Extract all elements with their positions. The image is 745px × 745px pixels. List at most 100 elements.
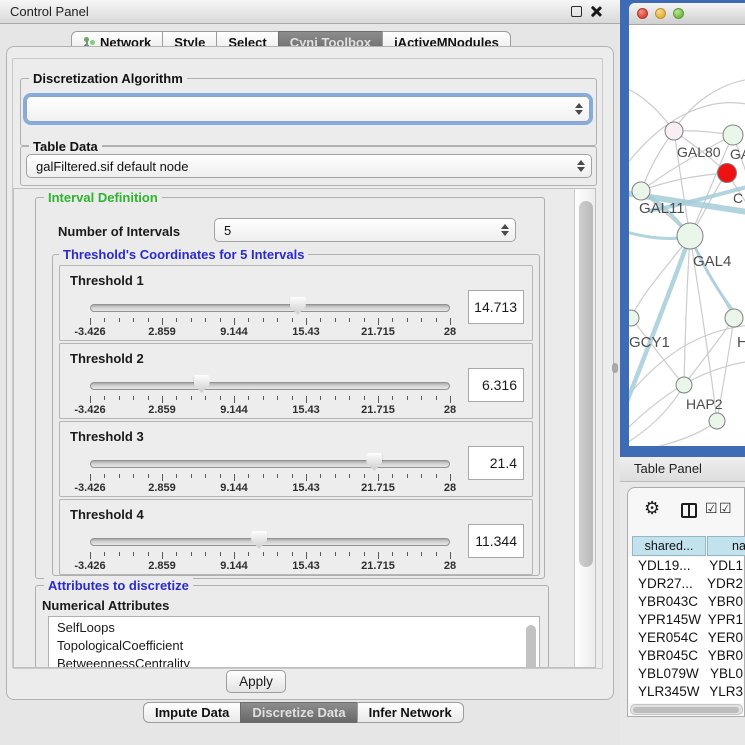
network-canvas[interactable]: GAL80GACGAL11GAL4GCY1HHAP2	[629, 25, 745, 446]
numerical-attributes-list[interactable]: SelfLoopsTopologicalCoefficientBetweenne…	[48, 616, 540, 668]
close-icon[interactable]	[589, 5, 602, 18]
tick-mark	[220, 396, 221, 400]
table-hscrollbar-thumb[interactable]	[633, 707, 739, 714]
threshold-value-field[interactable]: 6.316	[468, 368, 524, 402]
table-row[interactable]: YBR045CYBR0	[629, 647, 743, 665]
tick-mark	[148, 318, 149, 322]
tick-label: 9.144	[220, 560, 248, 572]
table-row[interactable]: YBR043CYBR0	[629, 593, 743, 611]
cell-shared-name: YDR27...	[629, 575, 702, 593]
slider-thumb[interactable]	[366, 453, 382, 471]
tick-mark	[364, 552, 365, 556]
tick-mark	[162, 318, 163, 325]
network-node-GCY1[interactable]	[629, 310, 639, 326]
column-header-name[interactable]: na	[707, 536, 745, 556]
group-title-thresholds: Threshold's Coordinates for 5 Intervals	[59, 247, 308, 262]
tick-mark	[392, 552, 393, 556]
tick-mark	[191, 396, 192, 400]
splitter-grip[interactable]	[612, 363, 618, 373]
table-row[interactable]: YBL079WYBL0	[629, 665, 743, 683]
network-node-bottom[interactable]	[709, 413, 725, 429]
threshold-value-field[interactable]: 11.344	[468, 524, 524, 558]
tick-mark	[191, 318, 192, 322]
number-of-intervals-combo[interactable]: 5	[214, 218, 516, 242]
table-panel-titlebar[interactable]: Table Panel	[620, 457, 745, 482]
tick-mark	[407, 552, 408, 556]
tick-label: -3.426	[74, 326, 105, 338]
tick-label: 15.43	[292, 560, 320, 572]
network-node-red[interactable]	[718, 164, 737, 183]
checkbox-icon[interactable]: ☑	[705, 500, 718, 517]
tick-mark	[421, 396, 422, 400]
tick-mark	[205, 552, 206, 556]
bottom-tab-impute-data[interactable]: Impute Data	[143, 702, 241, 723]
cell-shared-name: YBR045C	[629, 647, 703, 665]
main-scrollbar-thumb[interactable]	[579, 201, 593, 567]
slider-track[interactable]	[90, 538, 450, 546]
cell-shared-name: YBL079W	[629, 665, 705, 683]
main-scrollbar[interactable]	[574, 189, 596, 668]
table-row[interactable]: YIL052CYIL0	[629, 701, 743, 703]
network-node-H[interactable]	[725, 309, 743, 327]
panel-title: Control Panel	[10, 0, 89, 23]
network-node-GAL4[interactable]	[677, 223, 703, 249]
network-node-HAP2[interactable]	[676, 377, 692, 393]
network-node-GAL11[interactable]	[632, 182, 650, 200]
tick-mark	[234, 552, 235, 559]
network-node-top-right[interactable]	[723, 125, 743, 145]
slider-track[interactable]	[90, 460, 450, 468]
network-edge-thick	[690, 236, 741, 321]
attribute-list-item[interactable]: TopologicalCoefficient	[49, 637, 539, 655]
control-panel-titlebar[interactable]: Control Panel	[0, 0, 620, 24]
table-row[interactable]: YDR27...YDR2	[629, 575, 743, 593]
columns-icon[interactable]	[681, 503, 697, 518]
number-of-intervals-label: Number of Intervals	[58, 224, 180, 239]
network-window: GAL80GACGAL11GAL4GCY1HHAP2	[629, 3, 745, 446]
minimize-traffic-light-icon[interactable]	[655, 8, 666, 19]
attribute-list-item[interactable]: BetweennessCentrality	[49, 655, 539, 668]
table-row[interactable]: YDL19...YDL1	[629, 557, 743, 575]
bottom-tab-infer-network[interactable]: Infer Network	[357, 702, 464, 723]
table-row[interactable]: YLR345WYLR3	[629, 683, 743, 701]
tick-mark	[220, 474, 221, 478]
tick-mark	[90, 474, 91, 481]
threshold-value-field[interactable]: 14.713	[468, 290, 524, 324]
checkbox-icon[interactable]: ☑	[719, 500, 732, 517]
zoom-traffic-light-icon[interactable]	[673, 8, 684, 19]
slider-track[interactable]	[90, 304, 450, 312]
slider-thumb[interactable]	[194, 375, 210, 393]
tick-mark	[133, 474, 134, 478]
tick-mark	[176, 318, 177, 322]
table-data-combo[interactable]: galFiltered.sif default node	[26, 154, 592, 178]
apply-button[interactable]: Apply	[226, 670, 286, 693]
tick-mark	[436, 318, 437, 322]
tick-mark	[421, 318, 422, 322]
tick-label: 21.715	[361, 560, 395, 572]
tick-mark	[220, 552, 221, 556]
cell-name: YDL1	[704, 557, 743, 575]
tick-mark	[407, 318, 408, 322]
table-horizontal-scrollbar[interactable]	[630, 704, 743, 715]
tick-mark	[306, 552, 307, 559]
tick-label: 2.859	[148, 404, 176, 416]
network-window-titlebar[interactable]	[629, 3, 745, 25]
threshold-value-field[interactable]: 21.4	[468, 446, 524, 480]
tick-mark	[450, 318, 451, 325]
slider-thumb[interactable]	[290, 297, 306, 315]
bottom-tab-discretize-data[interactable]: Discretize Data	[240, 702, 357, 723]
table-row[interactable]: YER054CYER0	[629, 629, 743, 647]
tick-mark	[277, 474, 278, 478]
slider-thumb[interactable]	[251, 531, 267, 549]
network-node-GAL80[interactable]	[665, 122, 683, 140]
algorithm-combo[interactable]	[26, 96, 590, 122]
float-window-icon[interactable]	[571, 6, 582, 17]
gear-icon[interactable]: ⚙	[644, 498, 660, 519]
tick-label: -3.426	[74, 404, 105, 416]
column-header-shared-name[interactable]: shared...	[632, 536, 706, 556]
slider-track[interactable]	[90, 382, 450, 390]
group-title-table-data: Table Data	[29, 139, 102, 154]
close-traffic-light-icon[interactable]	[637, 8, 648, 19]
network-graph: GAL80GACGAL11GAL4GCY1HHAP2	[629, 25, 745, 446]
table-row[interactable]: YPR145WYPR1	[629, 611, 743, 629]
attribute-list-item[interactable]: SelfLoops	[49, 619, 539, 637]
